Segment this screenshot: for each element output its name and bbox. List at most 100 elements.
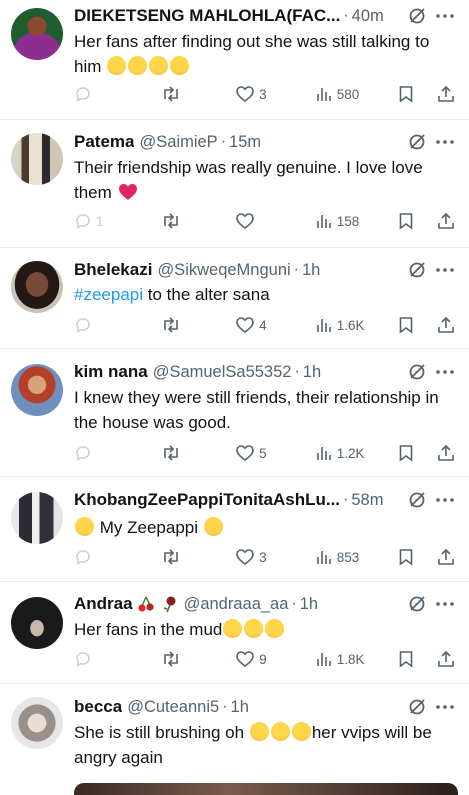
author-name[interactable]: Andraa: [74, 594, 133, 614]
grok-icon[interactable]: [407, 697, 427, 717]
more-options-icon[interactable]: [435, 490, 455, 510]
timestamp[interactable]: 40m: [352, 7, 384, 26]
grok-icon[interactable]: [407, 594, 427, 614]
heart-icon: [236, 317, 254, 334]
media-preview[interactable]: [74, 783, 458, 795]
bookmark-button[interactable]: [398, 650, 437, 668]
grok-icon[interactable]: [407, 362, 427, 382]
views-button[interactable]: 1.6K: [315, 317, 398, 333]
grok-icon[interactable]: [407, 132, 427, 152]
like-button[interactable]: 5: [235, 444, 315, 462]
grok-icon[interactable]: [407, 490, 427, 510]
tweet-header: Bhelekazi @SikweqeMnguni · 1h: [74, 257, 455, 283]
grok-icon[interactable]: [407, 260, 427, 280]
bookmark-button[interactable]: [398, 85, 437, 103]
repost-button[interactable]: [161, 85, 235, 103]
bookmark-button[interactable]: [398, 444, 437, 462]
tweet-header: kim nana @SamuelSa55352 · 1h: [74, 359, 455, 385]
avatar[interactable]: [11, 697, 63, 749]
author-name[interactable]: becca: [74, 697, 122, 717]
reply-button[interactable]: [74, 316, 161, 334]
reply-icon: [76, 550, 90, 565]
reply-button[interactable]: [74, 85, 161, 103]
rofl-emoji: [270, 722, 290, 741]
author-name[interactable]: Patema: [74, 132, 134, 152]
reply-icon: [76, 446, 90, 461]
author-name[interactable]: KhobangZeePappiTonitaAshLu...: [74, 490, 340, 510]
hashtag-link[interactable]: #zeepapi: [74, 285, 143, 304]
reply-button[interactable]: [74, 444, 161, 462]
timestamp[interactable]: 1h: [302, 261, 320, 280]
author-handle[interactable]: @Cuteanni5: [127, 698, 219, 717]
views-button[interactable]: 158: [315, 213, 398, 229]
author-handle[interactable]: @SaimieP: [139, 133, 217, 152]
share-button[interactable]: [437, 650, 455, 668]
views-button[interactable]: 1.8K: [315, 651, 398, 667]
more-options-icon[interactable]: [435, 260, 455, 280]
tweet-5[interactable]: KhobangZeePappiTonitaAshLu... · 58m My Z…: [0, 478, 469, 582]
avatar[interactable]: [11, 364, 63, 416]
like-button[interactable]: 3: [235, 85, 315, 103]
author-name[interactable]: Bhelekazi: [74, 260, 152, 280]
like-count: 4: [259, 317, 267, 333]
views-button[interactable]: 580: [315, 86, 398, 102]
timestamp[interactable]: 1h: [303, 363, 321, 382]
views-button[interactable]: 1.2K: [315, 445, 398, 461]
views-icon: [316, 88, 331, 101]
tweet-2[interactable]: Patema @SaimieP · 15m Their friendship w…: [0, 121, 469, 248]
more-options-icon[interactable]: [435, 132, 455, 152]
share-button[interactable]: [437, 85, 455, 103]
more-options-icon[interactable]: [435, 362, 455, 382]
views-button[interactable]: 853: [315, 549, 398, 565]
author-handle[interactable]: @SikweqeMnguni: [157, 261, 290, 280]
separator-dot: ·: [222, 698, 228, 715]
timestamp[interactable]: 15m: [229, 133, 261, 152]
tweet-actions: 3 580: [74, 82, 455, 106]
share-button[interactable]: [437, 316, 455, 334]
more-options-icon[interactable]: [435, 594, 455, 614]
avatar[interactable]: [11, 492, 63, 544]
author-name[interactable]: DIEKETSENG MAHLOHLA(FAC...: [74, 6, 340, 26]
grok-icon[interactable]: [407, 6, 427, 26]
avatar[interactable]: [11, 597, 63, 649]
like-button[interactable]: 9: [235, 650, 315, 668]
reply-button[interactable]: 1: [74, 212, 161, 230]
tweet-3[interactable]: Bhelekazi @SikweqeMnguni · 1h #zeepapi t…: [0, 249, 469, 349]
author-handle[interactable]: @andraaa_aa: [184, 595, 289, 614]
repost-button[interactable]: [161, 316, 235, 334]
share-button[interactable]: [437, 548, 455, 566]
author-name[interactable]: kim nana: [74, 362, 148, 382]
repost-button[interactable]: [161, 548, 235, 566]
timestamp[interactable]: 58m: [351, 491, 383, 510]
bookmark-button[interactable]: [398, 212, 437, 230]
bookmark-button[interactable]: [398, 548, 437, 566]
avatar[interactable]: [11, 8, 63, 60]
tweet-6[interactable]: Andraa @andraaa_aa · 1h Her fans in the …: [0, 583, 469, 684]
avatar[interactable]: [11, 133, 63, 185]
author-handle[interactable]: @SamuelSa55352: [153, 363, 292, 382]
like-button[interactable]: [235, 212, 315, 230]
share-button[interactable]: [437, 212, 455, 230]
tweet-1[interactable]: DIEKETSENG MAHLOHLA(FAC... · 40m Her fan…: [0, 0, 469, 120]
tweet-text: I knew they were still friends, their re…: [74, 385, 451, 435]
tweet-text-content: My Zeepappi: [99, 518, 199, 537]
share-icon: [438, 548, 454, 565]
repost-button[interactable]: [161, 444, 235, 462]
tweet-7[interactable]: becca @Cuteanni5 · 1h She is still brush…: [0, 685, 469, 791]
reply-button[interactable]: [74, 650, 161, 668]
tweet-4[interactable]: kim nana @SamuelSa55352 · 1h I knew they…: [0, 350, 469, 477]
more-options-icon[interactable]: [435, 697, 455, 717]
share-button[interactable]: [437, 444, 455, 462]
avatar[interactable]: [11, 261, 63, 313]
like-button[interactable]: 3: [235, 548, 315, 566]
timestamp[interactable]: 1h: [300, 595, 318, 614]
repost-button[interactable]: [161, 212, 235, 230]
timestamp[interactable]: 1h: [231, 698, 249, 717]
more-options-icon[interactable]: [435, 6, 455, 26]
repost-button[interactable]: [161, 650, 235, 668]
bookmark-icon: [399, 213, 413, 230]
like-count: 3: [259, 86, 267, 102]
reply-button[interactable]: [74, 548, 161, 566]
bookmark-button[interactable]: [398, 316, 437, 334]
like-button[interactable]: 4: [235, 316, 315, 334]
